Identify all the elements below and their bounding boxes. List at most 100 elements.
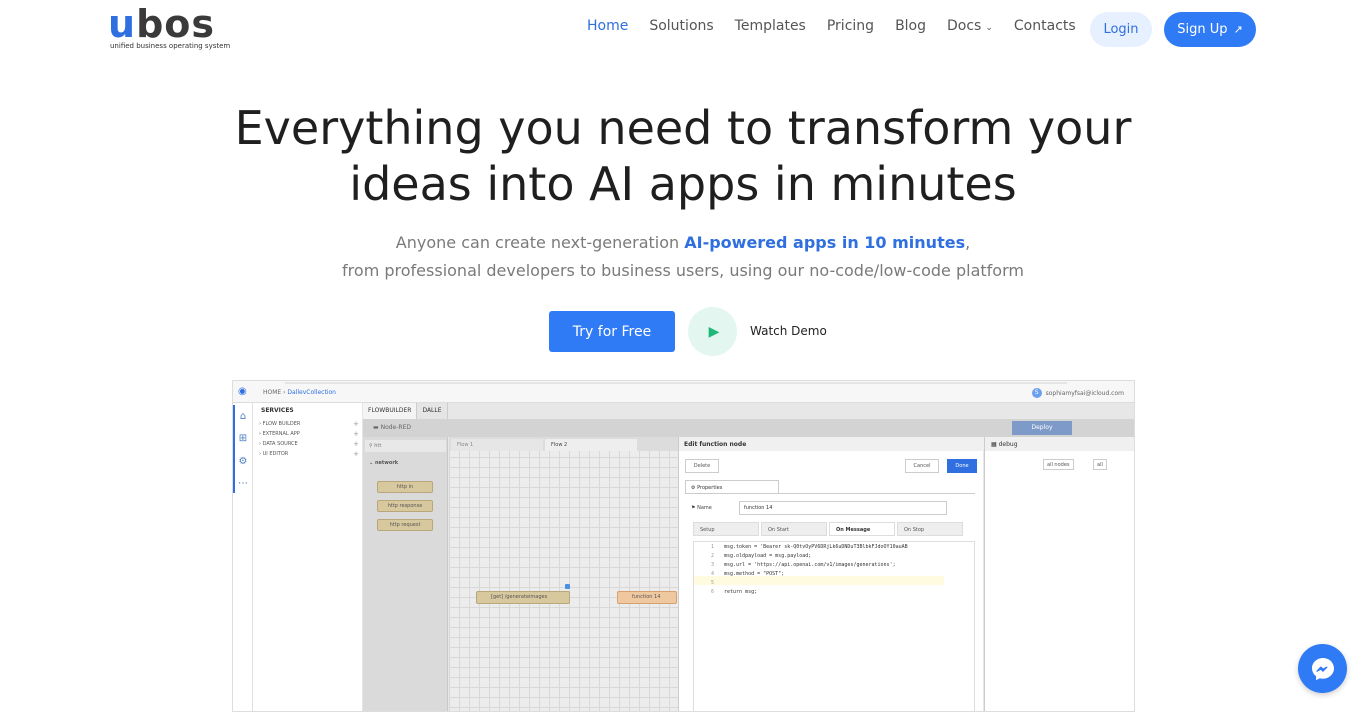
play-icon: ▶	[708, 323, 720, 340]
plus-icon: +	[353, 420, 359, 428]
signup-button[interactable]: Sign Up ↗	[1164, 12, 1256, 47]
subtab-on-start: On Start	[761, 522, 827, 536]
flow-canvas: Flow 1 Flow 2 [get] /generateimages func…	[449, 437, 678, 711]
more-icon: ⋯	[238, 478, 248, 489]
service-item: › UI EDITOR +	[259, 450, 359, 458]
edit-done-button: Done	[947, 459, 977, 473]
nav-solutions[interactable]: Solutions	[649, 18, 713, 34]
subtab-setup: Setup	[693, 522, 759, 536]
nav-docs-label: Docs	[947, 18, 982, 34]
code-text: msg.token = 'Bearer sk-Q0tvOyPV6DRjLk6uD…	[724, 544, 908, 550]
ubos-logo[interactable]: ubos unified business operating system	[108, 2, 234, 52]
node-palette: ⚲ htt ⌄ network http in http response ht…	[363, 437, 448, 711]
flow-tabs: Flow 1 Flow 2	[449, 437, 678, 451]
signup-label: Sign Up	[1177, 22, 1228, 37]
workflow-icon: ⊞	[238, 433, 248, 444]
user-email: sophiamyfsai@icloud.com	[1045, 389, 1124, 397]
code-line: 4 msg.method = "POST";	[710, 571, 785, 577]
app-user-menu: S sophiamyfsai@icloud.com	[1031, 388, 1124, 398]
edit-delete-button: Delete	[685, 459, 719, 473]
main-nav: Home Solutions Templates Pricing Blog Do…	[587, 18, 1097, 34]
app-breadcrumb: HOME › DallevCollection	[263, 389, 336, 396]
nav-blog[interactable]: Blog	[895, 18, 926, 34]
external-link-icon: ↗	[1233, 23, 1243, 36]
edit-function-panel: Edit function node Delete Cancel Done ⚙ …	[678, 437, 984, 711]
nav-home[interactable]: Home	[587, 18, 628, 34]
plus-icon: +	[353, 450, 359, 458]
login-button[interactable]: Login	[1090, 12, 1152, 47]
watch-demo-play-button[interactable]: ▶	[688, 307, 737, 356]
code-text: msg.oldpayload = msg.payload;	[724, 553, 812, 559]
tab-dalle: DALLE	[417, 403, 448, 419]
code-editor: 1 msg.token = 'Bearer sk-Q0tvOyPV6DRjLk6u…	[693, 541, 975, 711]
services-title: SERVICES	[261, 407, 294, 414]
name-field: function 14	[739, 501, 947, 515]
nav-templates[interactable]: Templates	[735, 18, 806, 34]
service-item: › DATA SOURCE +	[259, 440, 359, 448]
breadcrumb-home: HOME	[263, 389, 282, 396]
watch-demo-link[interactable]: Watch Demo	[750, 324, 827, 338]
services-panel: SERVICES › FLOW BUILDER + › EXTERNAL APP +…	[253, 403, 363, 711]
service-label: DATA SOURCE	[262, 441, 298, 447]
hero-sub-pre: Anyone can create next-generation	[395, 233, 685, 252]
code-text: msg.method = "POST";	[724, 571, 785, 577]
nav-docs[interactable]: Docs ⌄	[947, 18, 993, 34]
hero-title-line1: Everything you need to transform your	[234, 101, 1132, 155]
palette-category: ⌄ network	[369, 460, 399, 466]
nav-contacts[interactable]: Contacts	[1014, 18, 1076, 34]
palette-node: http response	[377, 500, 433, 512]
app-preview-screenshot: ◉ HOME › DallevCollection S sophiamyfsai…	[232, 380, 1135, 712]
nodered-title: ▬ Node-RED	[373, 424, 411, 431]
plus-icon: +	[353, 430, 359, 438]
code-text: return msg;	[724, 589, 758, 595]
subtab-on-stop: On Stop	[897, 522, 963, 536]
edit-cancel-button: Cancel	[905, 459, 939, 473]
code-line: 3 msg.url = 'https://api.openai.com/v1/im…	[710, 562, 896, 568]
breadcrumb-current: DallevCollection	[287, 389, 336, 396]
avatar: S	[1031, 388, 1042, 398]
code-line: 1 msg.token = 'Bearer sk-Q0tvOyPV6DRjLk6u…	[710, 544, 908, 550]
properties-divider	[685, 493, 975, 494]
palette-search: ⚲ htt	[365, 440, 446, 452]
hero-title-line2: ideas into AI apps in minutes	[349, 157, 1017, 211]
service-item: › FLOW BUILDER +	[259, 420, 359, 428]
hero-sub-line2: from professional developers to business…	[342, 261, 1024, 280]
code-line: 2 msg.oldpayload = msg.payload;	[710, 553, 812, 559]
app-logo-icon: ◉	[238, 386, 247, 397]
deploy-button: Deploy	[1012, 421, 1072, 435]
canvas-node-function: function 14	[617, 591, 677, 604]
hero-sub-post: ,	[965, 233, 971, 252]
function-subtabs: Setup On Start On Message On Stop	[693, 522, 963, 536]
chevron-down-icon: ⌄	[985, 23, 993, 33]
hero-sub-highlight: AI-powered apps in 10 minutes	[684, 233, 966, 252]
properties-label: Properties	[697, 485, 723, 491]
nodered-title-label: Node-RED	[380, 424, 411, 431]
nav-pricing[interactable]: Pricing	[827, 18, 874, 34]
tab-flowbuilder: FLOWBUILDER	[363, 403, 418, 419]
logo-wordmark: ubos	[108, 2, 215, 46]
edit-panel-title: Edit function node	[679, 437, 984, 451]
palette-node: http request	[377, 519, 433, 531]
subtab-on-message: On Message	[829, 522, 895, 536]
main-tabs: FLOWBUILDER DALLE	[363, 403, 448, 419]
code-line: 5	[710, 580, 714, 586]
flow-tab: Flow 1	[451, 439, 543, 451]
canvas-node-get: [get] /generateimages	[476, 591, 570, 604]
debug-panel: ▦ debug all nodes all	[984, 437, 1134, 711]
debug-title: ▦ debug	[985, 437, 1134, 451]
messenger-icon	[1311, 657, 1334, 680]
messenger-chat-button[interactable]	[1298, 644, 1347, 693]
palette-search-value: htt	[374, 443, 382, 449]
debug-filter-nodes: all nodes	[1043, 459, 1074, 470]
hero-subtitle: Anyone can create next-generation AI-pow…	[0, 229, 1366, 285]
rail-active-indicator	[233, 405, 235, 493]
service-label: FLOW BUILDER	[262, 421, 301, 427]
service-label: EXTERNAL APP	[262, 431, 300, 437]
app-main-area: FLOWBUILDER DALLE ▬ Node-RED ⚲ htt ⌄ net…	[363, 403, 1134, 711]
app-topbar: ◉ HOME › DallevCollection S sophiamyfsai…	[233, 381, 1134, 403]
palette-node: http in	[377, 481, 433, 493]
try-for-free-button[interactable]: Try for Free	[549, 311, 675, 352]
code-current-line	[694, 576, 944, 585]
app-topbar-line	[285, 382, 1067, 384]
service-item: › EXTERNAL APP +	[259, 430, 359, 438]
